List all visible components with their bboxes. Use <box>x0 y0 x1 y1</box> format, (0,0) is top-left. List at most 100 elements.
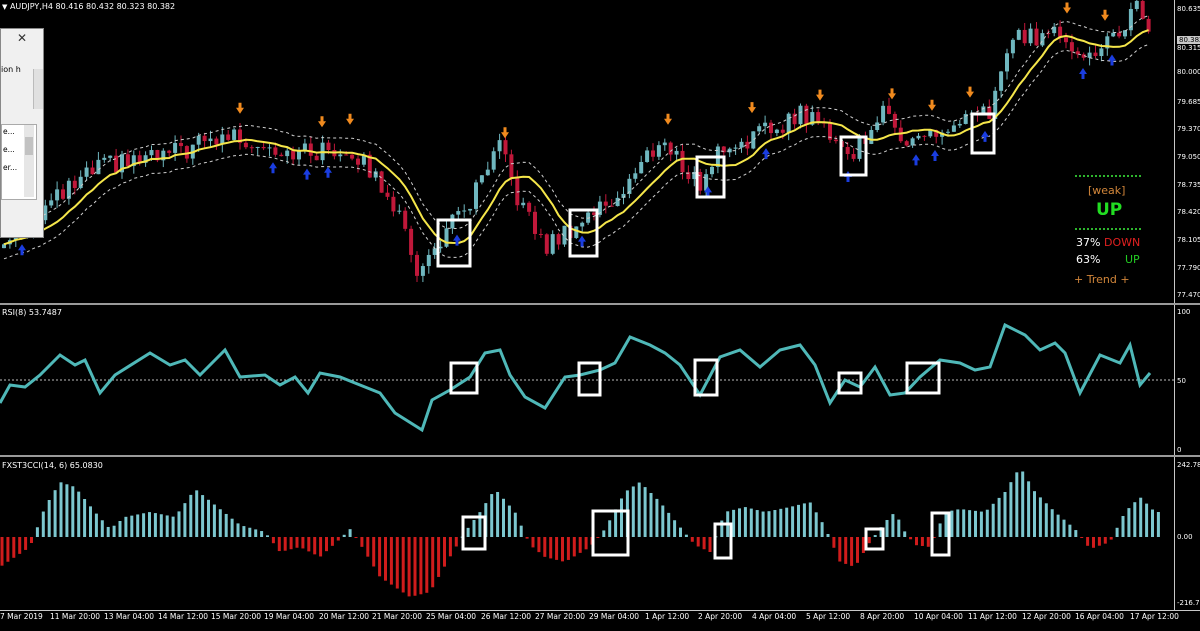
candle-body <box>946 131 950 133</box>
cci-bar <box>1038 497 1042 537</box>
cci-bar <box>1033 491 1036 537</box>
cci-bar <box>1009 482 1013 537</box>
up-percent: 63% <box>1076 253 1101 266</box>
cci-bar <box>897 519 901 537</box>
candle-body <box>444 228 449 247</box>
buy-arrow-icon <box>931 150 939 162</box>
cci-bar <box>83 499 87 537</box>
candle-body <box>397 210 402 212</box>
list-item[interactable]: er... <box>3 163 17 172</box>
chart-symbol-header: ▼ AUDJPY,H4 80.416 80.432 80.323 80.382 <box>2 2 175 11</box>
candle-body <box>615 197 620 207</box>
cci-bar <box>1103 537 1107 544</box>
cci-bar <box>165 515 169 537</box>
rsi-axis-label: 100 <box>1177 308 1191 316</box>
candle-body <box>1058 26 1063 38</box>
cci-bar <box>950 510 954 537</box>
candle-body <box>1010 39 1015 54</box>
cci-bar <box>342 534 346 537</box>
cci-bar <box>0 537 4 566</box>
cci-bar <box>1109 537 1113 540</box>
candle-body <box>202 135 207 142</box>
candle-body <box>651 150 655 157</box>
candle-body <box>851 154 856 159</box>
cci-bar <box>797 504 800 537</box>
cci-bar <box>1121 516 1125 537</box>
cci-label: FXST3CCI(14, 6) 65.0830 <box>2 461 103 470</box>
time-axis-label: 17 Apr 12:00 <box>1130 612 1179 621</box>
cci-bar <box>260 531 264 537</box>
cci-bar <box>985 509 989 537</box>
price-axis-label: 80.315 <box>1177 44 1200 52</box>
candle-body <box>892 113 897 128</box>
candle-body <box>291 150 296 160</box>
buy-arrow-icon <box>1108 54 1116 66</box>
candle-body <box>1064 37 1068 43</box>
list-item[interactable]: e... <box>3 145 15 154</box>
cci-bar <box>620 498 623 537</box>
cci-bar <box>767 511 771 537</box>
cci-bar <box>295 537 299 548</box>
cci-bar <box>248 527 252 537</box>
list-scrollbar[interactable] <box>24 125 34 197</box>
sell-arrow-icon <box>318 116 326 128</box>
rsi-canvas[interactable] <box>0 305 1174 455</box>
cci-bar <box>991 503 995 537</box>
time-axis-label: 11 Apr 12:00 <box>968 612 1017 621</box>
candle-body <box>96 159 101 175</box>
candle-body <box>226 134 231 140</box>
buy-arrow-icon <box>578 235 586 247</box>
candle-body <box>66 180 71 199</box>
cci-bar <box>360 537 364 547</box>
candle-body <box>957 123 962 126</box>
chart-menu-arrow-icon[interactable]: ▼ <box>2 3 7 11</box>
cci-bar <box>35 527 39 537</box>
dialog-scrollbar[interactable] <box>33 69 43 109</box>
indicator-dialog[interactable]: ✕ ion h e... e... er... <box>0 28 44 238</box>
cci-bar <box>956 509 960 537</box>
cci-bar <box>802 503 806 537</box>
candle-body <box>1099 48 1104 57</box>
cci-bar <box>183 503 187 537</box>
cci-bar <box>649 493 653 537</box>
candle-body <box>798 105 803 125</box>
candle-body <box>485 169 490 176</box>
cci-bar <box>962 509 966 537</box>
buy-arrow-icon <box>981 130 989 142</box>
dialog-list[interactable]: e... e... er... <box>1 124 37 200</box>
cci-bar <box>867 537 871 544</box>
list-scrollbar-thumb[interactable] <box>25 137 33 155</box>
list-item[interactable]: e... <box>3 127 15 136</box>
down-percent: 37% <box>1076 236 1101 249</box>
cci-bar <box>372 537 376 567</box>
candle-body <box>350 154 355 159</box>
cci-bar <box>1092 537 1095 548</box>
candle-body <box>910 138 915 146</box>
cci-bar <box>1127 508 1131 537</box>
time-axis-label: 11 Mar 20:00 <box>50 612 101 621</box>
candle-body <box>1040 33 1045 46</box>
cci-bar <box>6 537 10 562</box>
panel-divider <box>1075 228 1141 230</box>
candle-body <box>881 105 886 123</box>
trend-label: + Trend + <box>1074 273 1130 286</box>
candle-body <box>556 234 561 245</box>
candle-body <box>1022 29 1027 44</box>
sell-arrow-icon <box>888 88 896 100</box>
candle-body <box>90 167 95 175</box>
candle-body <box>1034 28 1039 46</box>
cci-bar <box>903 531 907 537</box>
candle-body <box>426 254 431 267</box>
candle-body <box>656 145 661 157</box>
candle-body <box>1117 32 1122 37</box>
cci-canvas[interactable] <box>0 457 1174 610</box>
price-chart-canvas[interactable] <box>0 0 1174 303</box>
sell-arrow-icon <box>928 99 936 111</box>
close-icon[interactable]: ✕ <box>17 31 27 45</box>
time-axis-label: 12 Apr 20:00 <box>1022 612 1071 621</box>
candle-body <box>1087 52 1092 58</box>
cci-bar <box>891 514 895 537</box>
cci-bar <box>525 537 529 539</box>
panel-divider <box>1075 175 1141 177</box>
cci-bar <box>1044 503 1048 537</box>
